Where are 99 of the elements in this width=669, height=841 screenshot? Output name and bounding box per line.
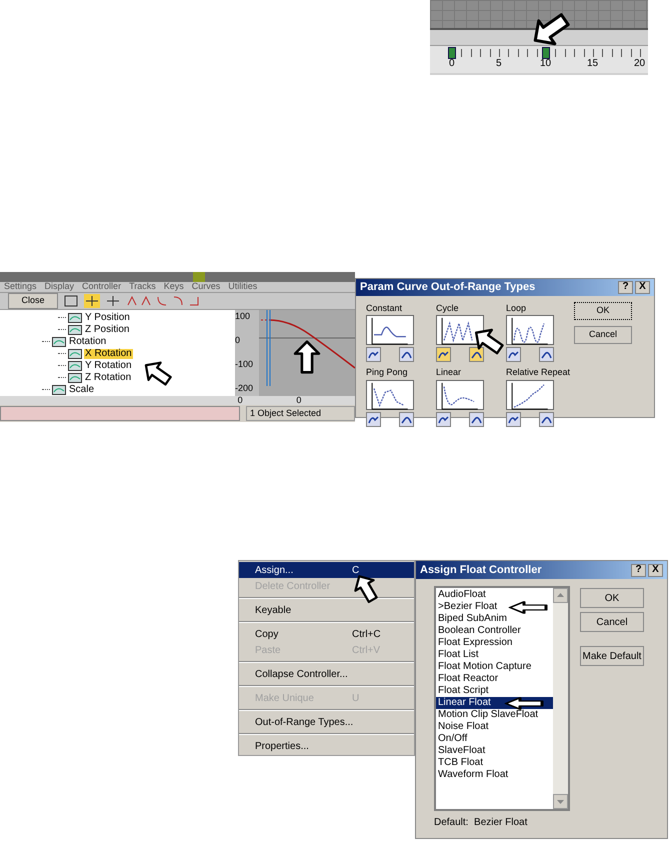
menu-item[interactable]: Controller [82,282,122,292]
in-range-button[interactable] [506,347,521,362]
list-item[interactable]: Float Motion Capture [436,661,553,673]
dialog-title: Param Curve Out-of-Range Types [360,280,536,295]
value-label: -100 [235,360,254,370]
menu-item[interactable]: Settings [4,282,37,292]
type-label: Constant [366,302,404,314]
menu-item[interactable]: Properties... [239,738,414,754]
menu-item[interactable]: Utilities [228,282,258,292]
dialog-title: Assign Float Controller [420,562,542,578]
out-range-button[interactable] [469,347,484,362]
help-button[interactable]: ? [618,280,633,294]
menu-item[interactable]: Assign... C [239,562,414,578]
menu-item[interactable]: Display [44,282,74,292]
frame-number: 0 [449,59,455,69]
cancel-button[interactable]: Cancel [580,612,644,632]
list-item[interactable]: SlaveFloat [436,745,553,757]
value-label: 0 [235,336,242,345]
list-item[interactable]: TCB Float [436,757,553,769]
value-label: 100 [235,312,252,320]
out-range-button[interactable] [539,412,554,426]
track-label[interactable]: Z Rotation [84,372,132,382]
menu-item[interactable]: Keyable [239,602,414,618]
close-button[interactable]: X [648,564,663,576]
slide-keys-icon [106,294,120,306]
curve-preview[interactable] [366,380,414,410]
menu-item[interactable]: Curves [192,282,220,292]
type-label: Ping Pong [366,366,409,379]
curve-track-icon [68,348,82,358]
track-label[interactable]: Z Position [84,324,130,334]
menu-item[interactable]: Tracks [129,282,156,292]
close-button[interactable]: X [635,280,650,294]
maxscript-field[interactable] [0,406,240,421]
list-item[interactable]: Biped SubAnim [436,613,553,625]
list-item[interactable]: Boolean Controller [436,625,553,637]
move-keys-icon [84,294,100,308]
frame-number: 15 [587,59,598,69]
menu-item[interactable]: Collapse Controller... [239,666,414,682]
status-field: 1 Object Selected [246,406,355,421]
out-range-button[interactable] [539,347,554,362]
out-range-button[interactable] [469,412,484,426]
list-item[interactable]: Waveform Float [436,769,553,781]
list-item[interactable]: >Bezier Float [436,601,553,613]
curve-track-icon [68,372,82,382]
type-label: Loop [506,302,528,315]
curve-track-icon [52,336,66,346]
list-item[interactable]: Noise Float [436,721,553,733]
curve-preview[interactable] [506,315,554,345]
type-label: Cycle [436,302,460,315]
curve-track-icon [68,312,82,322]
ok-button[interactable]: OK [580,588,644,608]
list-item[interactable]: AudioFloat [436,589,553,601]
cancel-button[interactable]: Cancel [574,326,632,344]
list-item[interactable]: Float Reactor [436,673,553,685]
frame-number: 10 [540,59,552,69]
list-item[interactable]: Float List [436,649,553,661]
track-label[interactable]: Rotation [68,336,108,346]
out-range-button[interactable] [399,347,414,362]
value-label: -200 [235,384,254,394]
curve-preview[interactable] [436,380,484,410]
type-label: Linear [436,366,462,379]
out-range-button[interactable] [399,412,414,426]
curve-track-icon [68,324,82,334]
list-item[interactable]: Float Script [436,685,553,697]
in-range-button[interactable] [366,347,381,362]
list-item[interactable]: Float Expression [436,637,553,649]
keyframe-marker[interactable] [542,47,550,59]
frame-number: 5 [496,59,502,69]
frame-number: 0 [296,396,302,404]
track-label[interactable]: X Rotation [84,348,133,358]
filter-icon [64,294,78,306]
menu-item[interactable]: Out-of-Range Types... [239,714,414,730]
curve-preview[interactable] [436,315,484,345]
list-item[interactable]: Motion Clip SlaveFloat [436,709,553,721]
frame-number: 0 [238,396,244,404]
ok-button[interactable]: OK [574,302,632,320]
shortcut-label: Ctrl+C [352,628,382,642]
menu-item[interactable]: Keys [164,282,184,292]
list-item[interactable]: On/Off [436,733,553,745]
track-label[interactable]: Y Rotation [84,360,133,370]
shortcut-label: C [352,564,360,578]
pointer-arrow-icon [508,601,548,614]
help-button[interactable]: ? [631,564,646,576]
track-label[interactable]: Y Position [84,312,131,322]
curve-preview[interactable] [366,315,414,345]
in-range-button[interactable] [366,412,381,426]
make-default-button[interactable]: Make Default [580,646,644,666]
default-controller-label: Default: Bezier Float [433,816,528,830]
in-range-button[interactable] [506,412,521,426]
pointer-arrow-icon [504,697,544,710]
close-button[interactable]: Close [8,292,58,308]
in-range-button[interactable] [436,412,451,426]
frame-number: 20 [634,59,646,69]
curve-preview[interactable] [506,380,554,410]
curve-track-icon [68,360,82,370]
keyframe-marker[interactable] [448,47,456,59]
track-label[interactable]: Scale [68,384,96,394]
in-range-button[interactable] [436,347,451,362]
menu-item[interactable]: Copy Ctrl+C [239,626,414,642]
